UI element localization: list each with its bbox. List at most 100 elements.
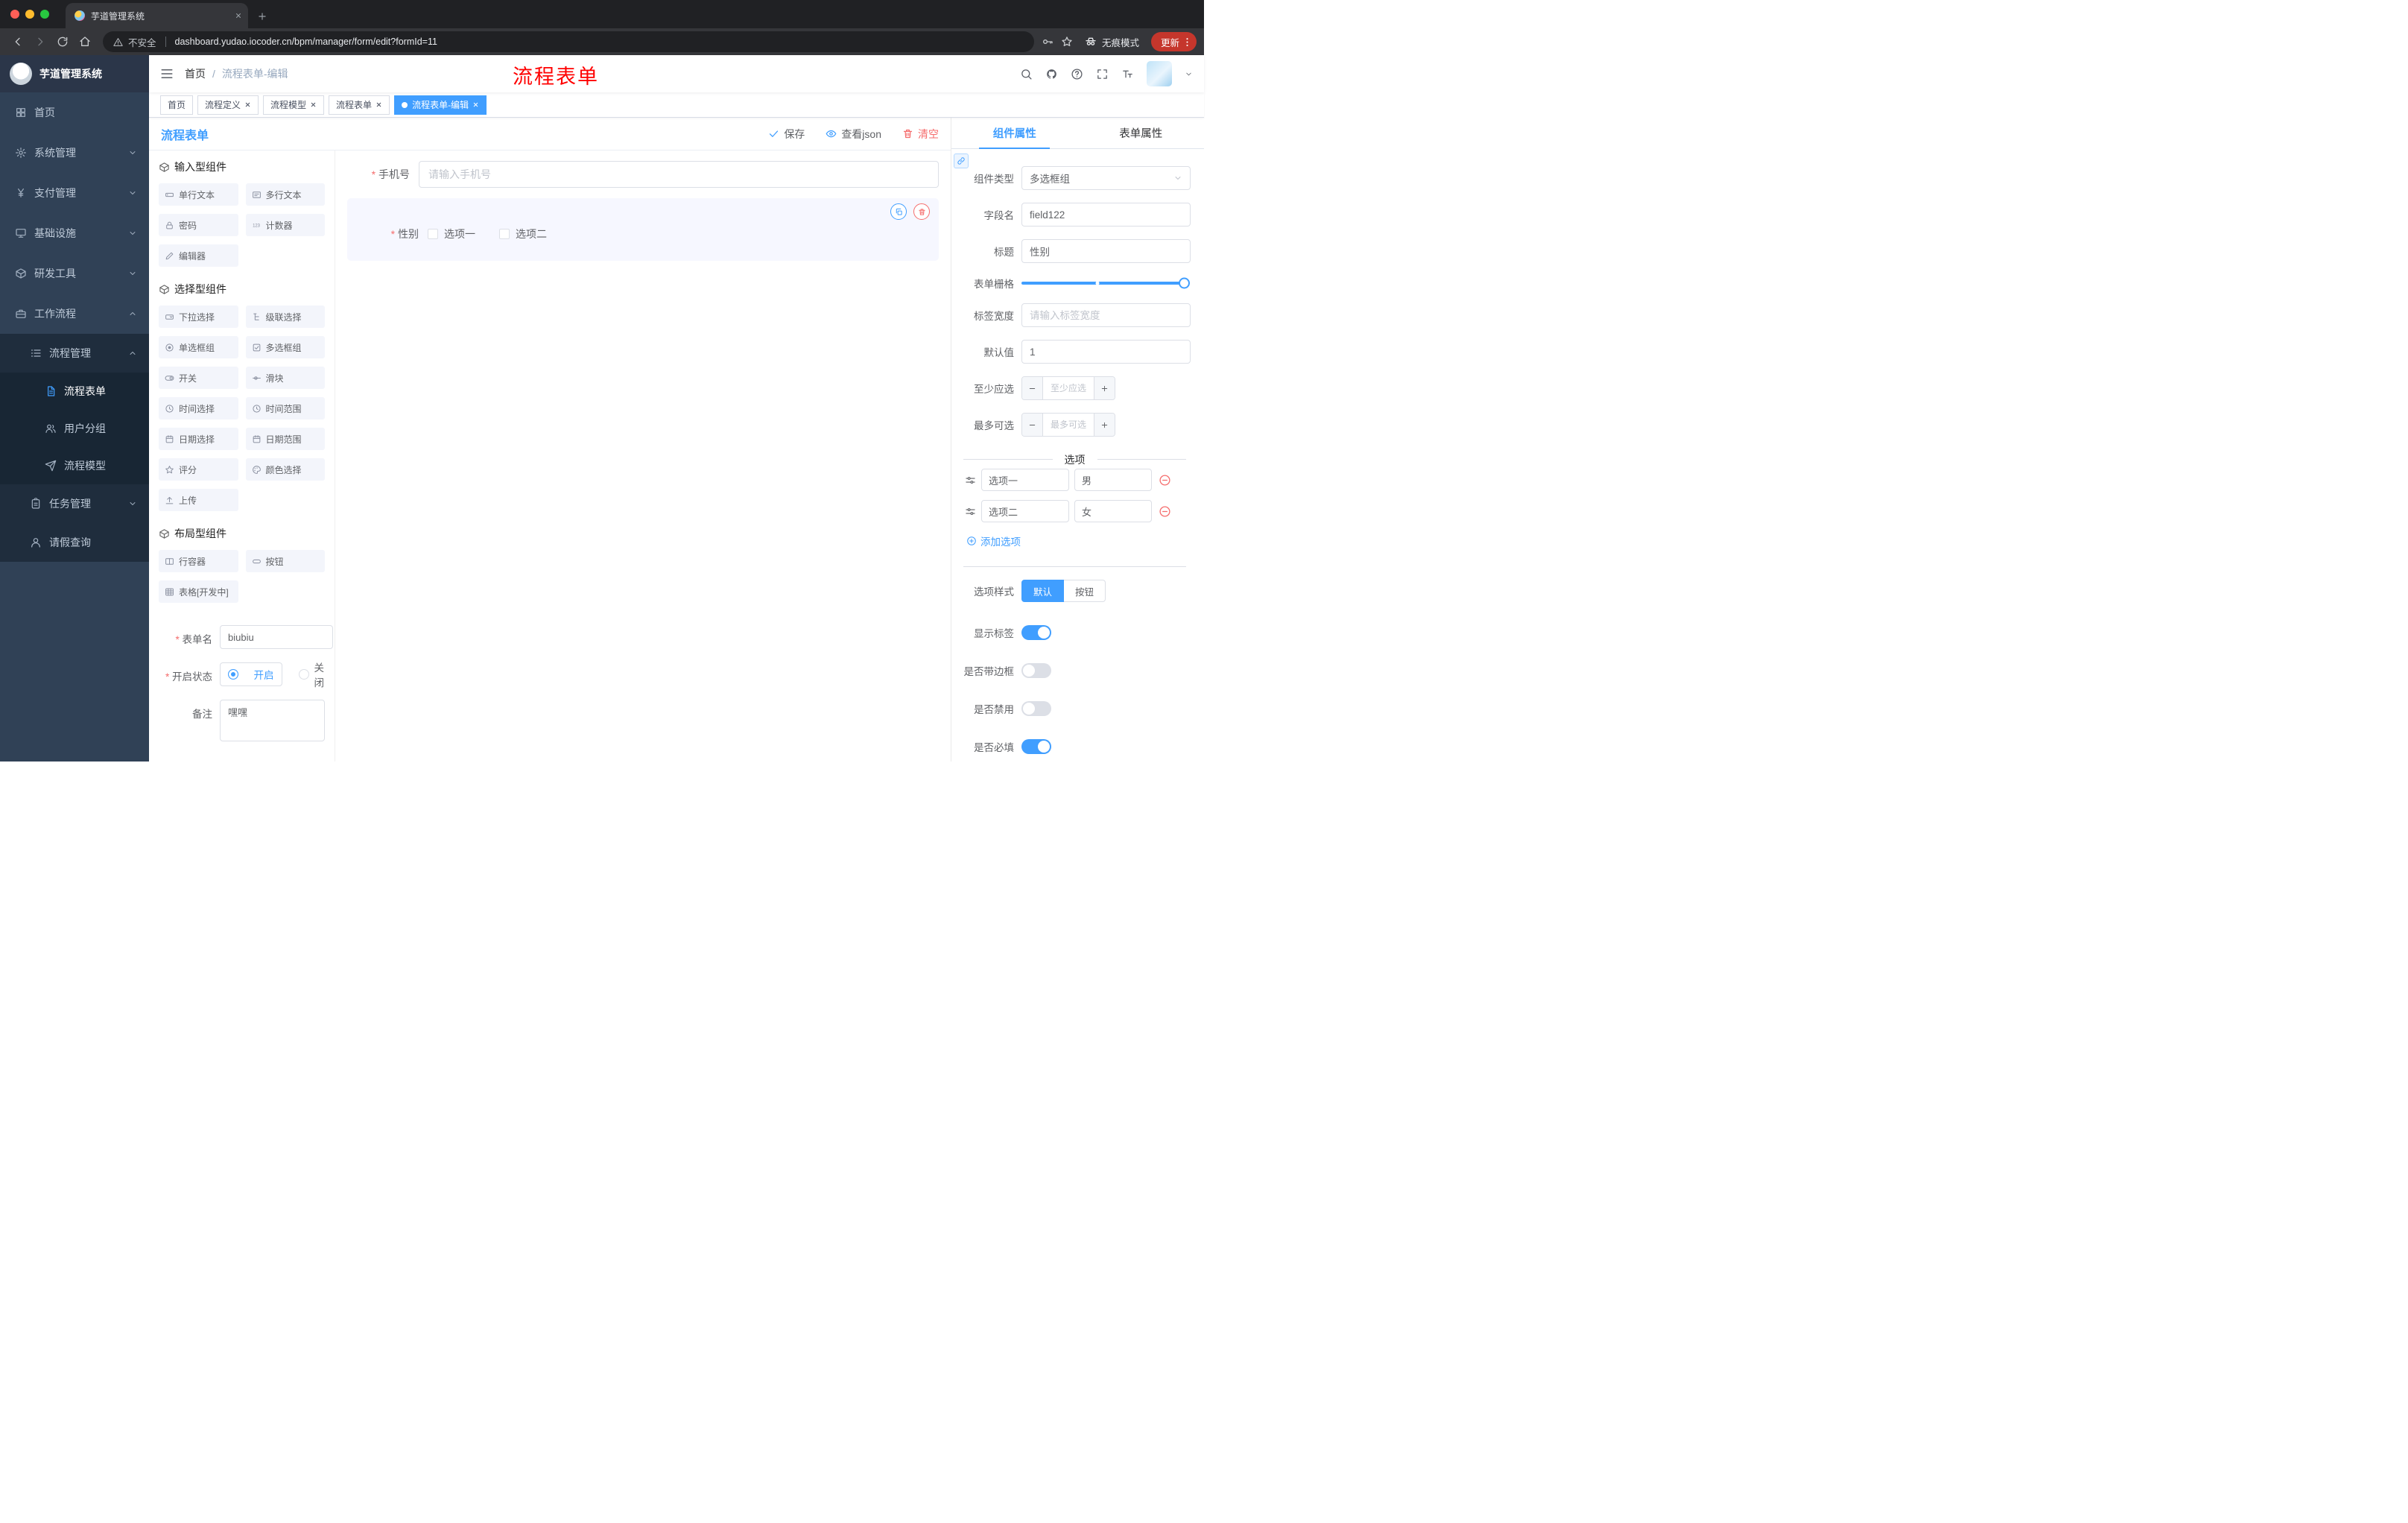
tag-process-model[interactable]: 流程模型 — [263, 95, 325, 115]
component-item-time-picker[interactable]: 时间选择 — [159, 397, 238, 419]
component-item-row-container[interactable]: 行容器 — [159, 550, 238, 572]
sidebar-item-workflow[interactable]: 工作流程 — [0, 294, 149, 334]
delete-item-button[interactable] — [913, 203, 930, 220]
min-select-input[interactable] — [1043, 383, 1094, 393]
component-item-date-picker[interactable]: 日期选择 — [159, 428, 238, 450]
show-label-toggle[interactable] — [1021, 625, 1051, 640]
github-icon[interactable] — [1045, 68, 1058, 80]
title-input[interactable] — [1021, 239, 1191, 263]
increase-button[interactable] — [1094, 414, 1115, 436]
sidebar-item-process-form[interactable]: 流程表单 — [0, 373, 149, 410]
component-item-select[interactable]: 下拉选择 — [159, 305, 238, 328]
component-item-color-picker[interactable]: 颜色选择 — [245, 458, 325, 481]
remove-option-icon[interactable] — [1159, 474, 1171, 487]
component-item-switch[interactable]: 开关 — [159, 367, 238, 389]
forward-button[interactable] — [30, 31, 51, 52]
max-select-input[interactable] — [1043, 419, 1094, 430]
default-value-input[interactable] — [1021, 340, 1191, 364]
tab-form-props[interactable]: 表单属性 — [1078, 118, 1205, 148]
sidebar-item-leave-query[interactable]: 请假查询 — [0, 523, 149, 562]
component-item-slider[interactable]: 滑块 — [245, 367, 325, 389]
gender-option-1-checkbox[interactable]: 选项一 — [428, 227, 475, 241]
tag-close-icon[interactable] — [310, 101, 317, 108]
sidebar-item-payment[interactable]: 支付管理 — [0, 173, 149, 213]
tag-process-definition[interactable]: 流程定义 — [197, 95, 259, 115]
component-item-editor[interactable]: 编辑器 — [159, 244, 238, 267]
border-toggle[interactable] — [1021, 663, 1051, 678]
drag-handle-icon[interactable] — [965, 475, 976, 486]
bookmark-star-icon[interactable] — [1061, 36, 1073, 48]
component-item-upload[interactable]: 上传 — [159, 489, 238, 511]
clear-button[interactable]: 清空 — [902, 127, 939, 142]
url-bar[interactable]: 不安全 dashboard.yudao.iocoder.cn/bpm/manag… — [103, 31, 1034, 52]
status-on-radio[interactable]: 开启 — [220, 662, 282, 686]
phone-input[interactable] — [419, 161, 939, 188]
back-button[interactable] — [7, 31, 28, 52]
update-button[interactable]: 更新 — [1150, 32, 1197, 51]
option-label-input[interactable] — [981, 469, 1069, 491]
canvas-phone-field[interactable]: 手机号 — [347, 161, 939, 188]
required-toggle[interactable] — [1021, 739, 1051, 754]
status-off-radio[interactable]: 关闭 — [298, 659, 324, 689]
tag-close-icon[interactable] — [472, 101, 479, 108]
field-name-input[interactable] — [1021, 203, 1191, 227]
component-item-multi-line-text[interactable]: 多行文本 — [245, 183, 325, 206]
form-canvas[interactable]: 手机号 性别 — [335, 151, 951, 762]
view-json-button[interactable]: 查看json — [826, 127, 881, 142]
component-item-button[interactable]: 按钮 — [245, 550, 325, 572]
option-value-input[interactable] — [1074, 469, 1152, 491]
search-icon[interactable] — [1020, 68, 1033, 80]
window-zoom-button[interactable] — [40, 10, 49, 19]
reload-button[interactable] — [52, 31, 73, 52]
form-name-input[interactable] — [220, 625, 333, 649]
component-item-counter[interactable]: 计数器 — [245, 214, 325, 236]
home-button[interactable] — [75, 31, 95, 52]
canvas-gender-field-selected[interactable]: 性别 选项一 选项二 — [347, 198, 939, 261]
window-minimize-button[interactable] — [25, 10, 34, 19]
copy-item-button[interactable] — [890, 203, 907, 220]
link-icon[interactable] — [954, 153, 969, 168]
component-item-time-range[interactable]: 时间范围 — [245, 397, 325, 419]
component-item-date-range[interactable]: 日期范围 — [245, 428, 325, 450]
password-key-icon[interactable] — [1042, 36, 1054, 48]
sidebar-item-process-model[interactable]: 流程模型 — [0, 447, 149, 484]
option-value-input[interactable] — [1074, 500, 1152, 522]
fullscreen-icon[interactable] — [1096, 68, 1109, 80]
remove-option-icon[interactable] — [1159, 505, 1171, 518]
component-item-single-line-text[interactable]: 单行文本 — [159, 183, 238, 206]
save-button[interactable]: 保存 — [768, 127, 805, 142]
tab-close-icon[interactable] — [235, 12, 242, 19]
sidebar-fold-icon[interactable] — [160, 67, 174, 80]
sidebar-item-user-group[interactable]: 用户分组 — [0, 410, 149, 447]
component-item-cascader[interactable]: 级联选择 — [245, 305, 325, 328]
tag-close-icon[interactable] — [244, 101, 251, 108]
grid-slider[interactable] — [1021, 277, 1190, 289]
gender-option-2-checkbox[interactable]: 选项二 — [499, 227, 547, 241]
sidebar-item-home[interactable]: 首页 — [0, 92, 149, 133]
slider-handle[interactable] — [1179, 277, 1190, 289]
tab-component-props[interactable]: 组件属性 — [951, 118, 1078, 149]
tag-home[interactable]: 首页 — [160, 95, 194, 115]
increase-button[interactable] — [1094, 377, 1115, 399]
component-type-select[interactable]: 多选框组 — [1021, 166, 1191, 190]
font-size-icon[interactable] — [1121, 68, 1134, 80]
sidebar-item-system[interactable]: 系统管理 — [0, 133, 149, 173]
component-item-checkbox-group[interactable]: 多选框组 — [245, 336, 325, 358]
breadcrumb-home[interactable]: 首页 — [185, 66, 206, 81]
component-item-rate[interactable]: 评分 — [159, 458, 238, 481]
browser-tab[interactable]: 芋道管理系统 — [66, 3, 248, 28]
form-remark-textarea[interactable]: 嘿嘿 — [220, 700, 325, 741]
option-label-input[interactable] — [981, 500, 1069, 522]
component-item-password[interactable]: 密码 — [159, 214, 238, 236]
add-option-button[interactable]: 添加选项 — [966, 533, 1191, 548]
tag-process-form-edit[interactable]: 流程表单-编辑 — [394, 95, 487, 115]
style-button-button[interactable]: 按钮 — [1064, 580, 1106, 602]
decrease-button[interactable] — [1022, 414, 1043, 436]
component-item-radio-group[interactable]: 单选框组 — [159, 336, 238, 358]
label-width-input[interactable] — [1021, 303, 1191, 327]
avatar-dropdown-caret-icon[interactable] — [1185, 70, 1193, 78]
drag-handle-icon[interactable] — [965, 506, 976, 517]
tag-close-icon[interactable] — [376, 101, 382, 108]
component-item-table[interactable]: 表格[开发中] — [159, 580, 238, 603]
sidebar-item-devtools[interactable]: 研发工具 — [0, 253, 149, 294]
